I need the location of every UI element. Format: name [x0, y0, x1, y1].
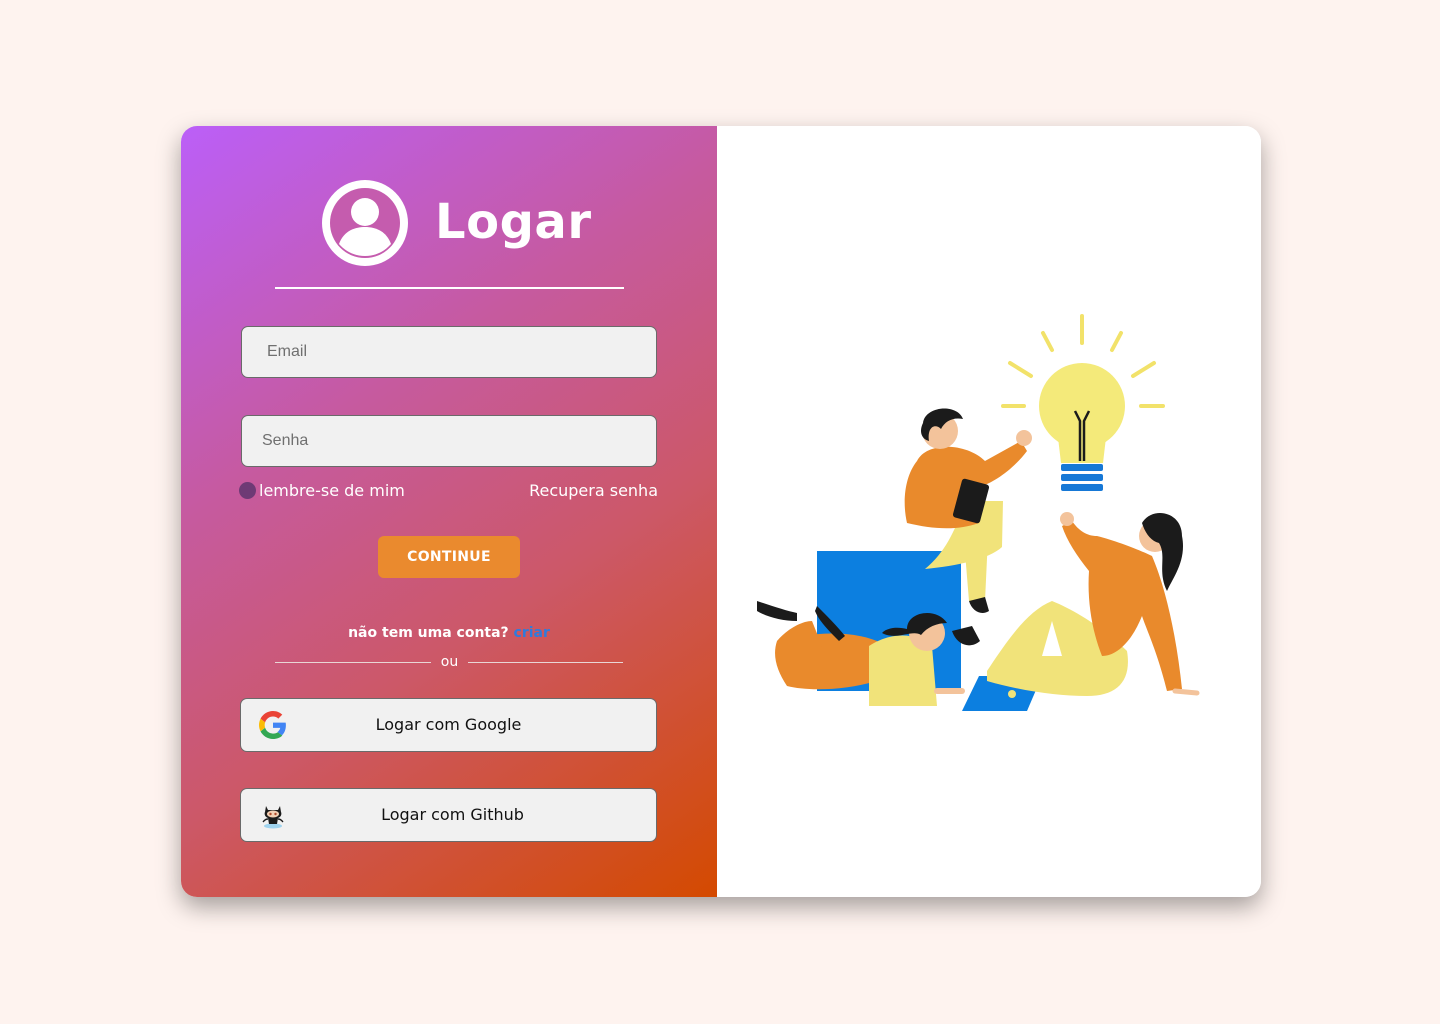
remember-me-toggle[interactable]: lembre-se de mim — [239, 481, 405, 500]
remember-me-label: lembre-se de mim — [259, 481, 405, 500]
login-panel: Logar lembre-se de mim Recupera senha CO… — [181, 126, 717, 897]
continue-button[interactable]: CONTINUE — [378, 536, 520, 578]
user-avatar-icon — [322, 180, 408, 266]
or-label: ou — [440, 654, 459, 670]
login-card: Logar lembre-se de mim Recupera senha CO… — [181, 126, 1261, 897]
page-title: Logar — [435, 194, 592, 250]
create-account-link[interactable]: criar — [514, 625, 550, 641]
signup-prompt: não tem uma conta? criar — [181, 625, 717, 641]
team-idea-lightbulb-illustration — [757, 314, 1200, 711]
email-field[interactable] — [241, 326, 657, 378]
remember-me-radio[interactable] — [239, 482, 256, 499]
illustration-panel — [717, 126, 1261, 897]
google-login-label: Logar com Google — [375, 715, 522, 734]
or-divider-left — [275, 662, 431, 663]
recover-password-link[interactable]: Recupera senha — [529, 481, 658, 500]
google-login-button[interactable]: Logar com Google — [240, 698, 657, 752]
title-divider — [275, 287, 624, 289]
password-field[interactable] — [241, 415, 657, 467]
github-login-label: Logar com Github — [381, 805, 524, 824]
no-account-text: não tem uma conta? — [348, 625, 514, 641]
github-login-button[interactable]: Logar com Github — [240, 788, 657, 842]
or-divider-right — [468, 662, 623, 663]
